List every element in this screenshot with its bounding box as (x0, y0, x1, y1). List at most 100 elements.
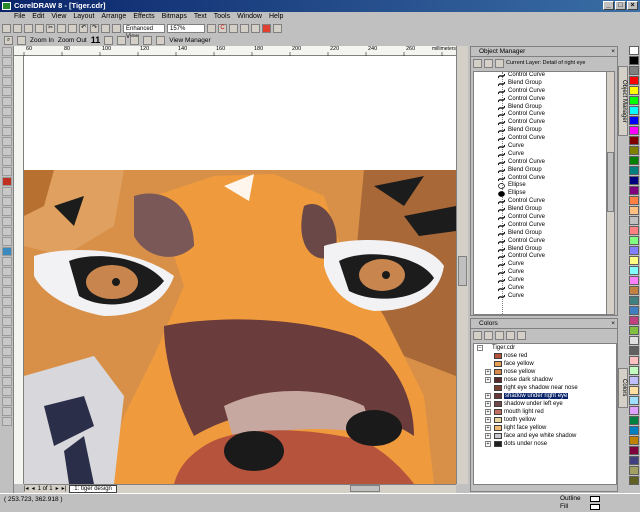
page-tab[interactable]: 1: tiger design (69, 484, 117, 493)
palette-swatch[interactable] (629, 466, 639, 475)
preset-icon[interactable] (240, 23, 249, 33)
app-icon[interactable] (2, 2, 11, 10)
object-tree-row[interactable]: Curve (474, 285, 606, 293)
zoom-in-button[interactable]: Zoom In (30, 37, 54, 44)
new-style-icon[interactable] (473, 330, 482, 340)
shape-tool-icon[interactable] (2, 57, 12, 66)
interactive-tool-icon[interactable] (2, 137, 12, 146)
full-screen-icon[interactable] (207, 23, 216, 33)
palette-swatch[interactable] (629, 446, 639, 455)
corel-icon[interactable]: C (218, 23, 227, 33)
expand-icon[interactable]: + (485, 409, 491, 415)
ellipse-tool-icon[interactable] (2, 107, 12, 116)
object-tree-scrollbar[interactable] (606, 71, 615, 315)
palette-swatch[interactable] (629, 426, 639, 435)
fill-tool-9-icon[interactable] (2, 257, 12, 266)
menu-effects[interactable]: Effects (133, 12, 154, 22)
palette-swatch[interactable] (629, 336, 639, 345)
fill-tool-icon[interactable] (2, 167, 12, 176)
pan-tool-icon[interactable] (17, 35, 26, 45)
palette-swatch[interactable] (629, 86, 639, 95)
object-tree-row[interactable]: Control Curve (474, 253, 606, 261)
menu-window[interactable]: Window (237, 12, 262, 22)
prev-page-button[interactable]: ◂ (32, 485, 35, 492)
palette-swatch[interactable] (629, 196, 639, 205)
fill-tool-7-icon[interactable] (2, 237, 12, 246)
palette-swatch[interactable] (629, 66, 639, 75)
palette-swatch[interactable] (629, 96, 639, 105)
fill-red-icon[interactable] (2, 177, 12, 186)
edit-across-layers-icon[interactable] (484, 58, 493, 68)
edit-color-icon[interactable] (495, 330, 504, 340)
print-icon[interactable] (35, 23, 44, 33)
palette-swatch[interactable] (629, 396, 639, 405)
object-tree-row[interactable]: Control Curve (474, 238, 606, 246)
fill-tool-24-icon[interactable] (2, 407, 12, 416)
last-page-button[interactable]: ▸| (62, 485, 67, 492)
color-style-row[interactable]: + nose yellow (474, 368, 616, 376)
view-quality-select[interactable]: Enhanced View (123, 23, 165, 40)
close-icon[interactable]: × (611, 47, 615, 57)
color-style-row[interactable]: right eye shadow near nose (474, 384, 616, 392)
cut-icon[interactable]: ✂ (46, 23, 55, 33)
zoom-width-icon[interactable] (143, 35, 153, 45)
palette-swatch[interactable] (629, 456, 639, 465)
tiger-artwork[interactable] (24, 56, 456, 484)
fill-tool-12-icon[interactable] (2, 287, 12, 296)
expand-icon[interactable]: + (485, 433, 491, 439)
palette-swatch[interactable] (629, 46, 639, 55)
palette-swatch[interactable] (629, 296, 639, 305)
zoom-out-button[interactable]: Zoom Out (58, 37, 87, 44)
object-tree-row[interactable]: Control Curve (474, 96, 606, 104)
outline-tool-icon[interactable] (2, 157, 12, 166)
fill-swatch[interactable] (590, 504, 600, 510)
save-icon[interactable] (24, 23, 33, 33)
object-tree-row[interactable]: Blend Group (474, 167, 606, 175)
color-style-row[interactable]: + mouth light red (474, 408, 616, 416)
pick-tool-icon[interactable] (2, 47, 12, 56)
palette-swatch[interactable] (629, 306, 639, 315)
menu-text[interactable]: Text (194, 12, 207, 22)
color-style-row[interactable]: nose red (474, 352, 616, 360)
fill-tool-8-icon[interactable] (2, 247, 12, 256)
fill-tool-17-icon[interactable] (2, 337, 12, 346)
next-page-button[interactable]: ▸ (56, 485, 59, 492)
fill-tool-18-icon[interactable] (2, 347, 12, 356)
palette-swatch[interactable] (629, 256, 639, 265)
vscroll-thumb[interactable] (458, 256, 467, 286)
fill-tool-21-icon[interactable] (2, 377, 12, 386)
object-tree-row[interactable]: Control Curve (474, 135, 606, 143)
maximize-button[interactable]: □ (615, 1, 626, 10)
show-properties-icon[interactable] (473, 58, 482, 68)
color-style-row[interactable]: + shadow under left eye (474, 400, 616, 408)
fill-tool-6-icon[interactable] (2, 227, 12, 236)
fill-tool-20-icon[interactable] (2, 367, 12, 376)
palette-swatch[interactable] (629, 326, 639, 335)
object-tree-row[interactable]: Control Curve (474, 198, 606, 206)
outline-swatch[interactable] (590, 496, 600, 502)
object-tree-row[interactable]: Blend Group (474, 206, 606, 214)
menu-bitmaps[interactable]: Bitmaps (162, 12, 187, 22)
expand-icon[interactable]: + (485, 377, 491, 383)
fill-tool-3-icon[interactable] (2, 197, 12, 206)
fill-tool-2-icon[interactable] (2, 187, 12, 196)
palette-swatch[interactable] (629, 276, 639, 285)
object-tree-row[interactable]: Control Curve (474, 111, 606, 119)
expand-icon[interactable]: + (485, 441, 491, 447)
drawing-canvas[interactable] (24, 56, 456, 484)
palette-swatch[interactable] (629, 376, 639, 385)
fill-tool-11-icon[interactable] (2, 277, 12, 286)
color-style-row[interactable]: + shadow under right eye (474, 392, 616, 400)
palette-swatch[interactable] (629, 106, 639, 115)
view-manager-button[interactable]: View Manager (169, 37, 210, 44)
menu-file[interactable]: File (14, 12, 25, 22)
palette-swatch[interactable] (629, 416, 639, 425)
object-tree-row[interactable]: Curve (474, 261, 606, 269)
object-tree-row[interactable]: Control Curve (474, 72, 606, 80)
undo-icon[interactable]: ↶ (79, 23, 88, 33)
lightbulb-icon[interactable] (251, 23, 260, 33)
palette-swatch[interactable] (629, 356, 639, 365)
color-tree-root[interactable]: − Tiger.cdr (474, 344, 616, 352)
zoom-page-icon[interactable] (130, 35, 140, 45)
menu-layout[interactable]: Layout (73, 12, 94, 22)
